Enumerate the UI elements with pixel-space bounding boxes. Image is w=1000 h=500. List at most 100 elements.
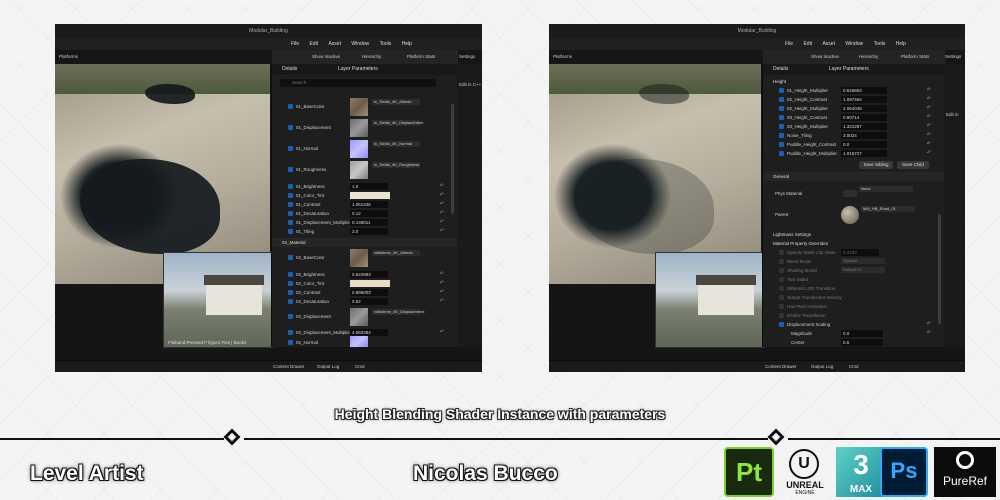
cmd-dropdown[interactable]: Cmd xyxy=(355,361,365,372)
edit-in-cpp-link[interactable]: Edit in C++ xyxy=(459,82,481,87)
platforms-dropdown[interactable]: Platforms xyxy=(549,52,578,62)
param-checkbox[interactable] xyxy=(288,340,293,345)
override-checkbox[interactable] xyxy=(779,295,784,300)
texture-selector[interactable]: tc_Sicilia_4K_Normal xyxy=(372,141,420,147)
menu-tools[interactable]: Tools xyxy=(380,38,392,50)
param-checkbox[interactable] xyxy=(288,281,293,286)
platform-stats-button[interactable]: Platform Stats xyxy=(901,53,929,61)
param-checkbox[interactable] xyxy=(288,299,293,304)
show-inactive-button[interactable]: Show Inactive xyxy=(312,53,340,61)
param-value-field[interactable]: 0.0 xyxy=(841,141,887,148)
param-checkbox[interactable] xyxy=(779,115,784,120)
override-checkbox[interactable] xyxy=(779,313,784,318)
param-checkbox[interactable] xyxy=(288,167,293,172)
param-checkbox[interactable] xyxy=(288,255,293,260)
param-value-field[interactable]: 2.064045 xyxy=(841,105,887,112)
param-checkbox[interactable] xyxy=(779,106,784,111)
texture-thumbnail[interactable] xyxy=(350,308,368,326)
param-value-field[interactable]: 3.0 xyxy=(350,228,388,235)
texture-thumbnail[interactable] xyxy=(350,119,368,137)
section-header-general[interactable]: General xyxy=(763,172,945,181)
override-checkbox[interactable] xyxy=(779,268,784,273)
texture-thumbnail[interactable] xyxy=(350,161,368,179)
texture-selector[interactable]: tc_Sicilia_4K_Displacement xyxy=(372,120,423,126)
menu-window[interactable]: Window xyxy=(351,38,369,50)
param-checkbox[interactable] xyxy=(288,184,293,189)
reset-arrow-icon[interactable]: ↶ xyxy=(927,149,931,158)
param-checkbox[interactable] xyxy=(779,97,784,102)
search-input[interactable]: Search xyxy=(280,79,436,87)
reset-arrow-icon[interactable]: ↶ xyxy=(440,182,444,191)
show-inactive-button[interactable]: Show Inactive xyxy=(811,53,839,61)
panel-scrollbar[interactable] xyxy=(451,104,454,214)
param-checkbox[interactable] xyxy=(288,229,293,234)
param-value-field[interactable]: 1.087464 xyxy=(841,96,887,103)
phys-material-selector[interactable]: None xyxy=(859,186,913,192)
section-lightmass[interactable]: Lightmass Settings xyxy=(763,230,945,239)
parent-selector[interactable]: MM_HB_Road_01 xyxy=(861,206,915,212)
reset-arrow-icon[interactable]: ↶ xyxy=(927,131,931,140)
texture-thumbnail[interactable] xyxy=(350,140,368,158)
param-value-field[interactable]: 4.093384 xyxy=(350,329,388,336)
texture-thumbnail[interactable] xyxy=(350,249,368,267)
reset-arrow-icon[interactable]: ↶ xyxy=(440,279,444,288)
param-checkbox[interactable] xyxy=(779,124,784,129)
reset-arrow-icon[interactable]: ↶ xyxy=(927,140,931,149)
color-swatch[interactable] xyxy=(350,192,390,199)
param-value-field[interactable]: 1.015727 xyxy=(841,150,887,157)
reset-arrow-icon[interactable]: ↶ xyxy=(927,104,931,113)
override-checkbox[interactable] xyxy=(779,277,784,282)
menu-file[interactable]: File xyxy=(291,38,299,50)
param-value-field[interactable]: 0.622993 xyxy=(350,271,388,278)
content-drawer-button[interactable]: Content Drawer xyxy=(273,361,305,372)
override-checkbox[interactable] xyxy=(779,304,784,309)
param-checkbox[interactable] xyxy=(779,151,784,156)
menu-asset[interactable]: Asset xyxy=(328,38,341,50)
platform-stats-button[interactable]: Platform Stats xyxy=(407,53,435,61)
reset-arrow-icon[interactable]: ↶ xyxy=(440,218,444,227)
texture-selector[interactable]: tc_Sicilia_4K_Albedo xyxy=(372,99,420,105)
phys-material-thumb[interactable] xyxy=(843,190,857,197)
section-material-property-overrides[interactable]: Material Property Overrides xyxy=(763,239,945,248)
override-checkbox[interactable] xyxy=(779,250,784,255)
content-drawer-button[interactable]: Content Drawer xyxy=(765,361,797,372)
param-checkbox[interactable] xyxy=(288,125,293,130)
reset-arrow-icon[interactable]: ↶ xyxy=(440,328,444,337)
param-value-field[interactable]: 3.0024 xyxy=(841,132,887,139)
parent-sphere-thumbnail[interactable] xyxy=(841,206,859,224)
section-header-height[interactable]: Height xyxy=(763,77,945,86)
reset-arrow-icon[interactable]: ↶ xyxy=(440,288,444,297)
tab-details[interactable]: Details xyxy=(282,64,297,75)
output-log-button[interactable]: Output Log xyxy=(317,361,339,372)
menu-edit[interactable]: Edit xyxy=(803,38,812,50)
param-value-field[interactable]: 1.321287 xyxy=(841,123,887,130)
texture-thumbnail[interactable] xyxy=(350,336,368,347)
override-checkbox[interactable] xyxy=(779,259,784,264)
param-checkbox[interactable] xyxy=(288,104,293,109)
reset-arrow-icon[interactable]: ↶ xyxy=(440,200,444,209)
reset-arrow-icon[interactable]: ↶ xyxy=(440,270,444,279)
tab-layer-parameters[interactable]: Layer Parameters xyxy=(829,64,869,75)
param-checkbox[interactable] xyxy=(779,88,784,93)
menu-window[interactable]: Window xyxy=(845,38,863,50)
param-checkbox[interactable] xyxy=(288,314,293,319)
texture-selector[interactable]: tc_Sicilia_4K_Roughness xyxy=(372,162,420,168)
param-checkbox[interactable] xyxy=(288,146,293,151)
param-value-field[interactable]: 0.626864 xyxy=(841,87,887,94)
save-child-button[interactable]: Save Child xyxy=(897,161,929,169)
tab-details[interactable]: Details xyxy=(773,64,788,75)
override-dropdown[interactable]: Opaque xyxy=(841,258,885,264)
texture-selector[interactable]: vdlliahme_4K_Albedo xyxy=(372,250,420,256)
reset-arrow-icon[interactable]: ↶ xyxy=(440,209,444,218)
texture-selector[interactable]: vdlliahme_4K_Displacement xyxy=(372,309,424,315)
param-value-field[interactable]: 0.12 xyxy=(350,210,388,217)
tab-layer-parameters[interactable]: Layer Parameters xyxy=(338,64,378,75)
level-viewport[interactable] xyxy=(549,64,761,284)
magnitude-value[interactable]: 0.0 xyxy=(841,330,883,337)
output-log-button[interactable]: Output Log xyxy=(811,361,833,372)
section-header-02-material[interactable]: 02_Material xyxy=(272,238,458,247)
reset-arrow-icon[interactable]: ↶ xyxy=(440,297,444,306)
menu-asset[interactable]: Asset xyxy=(822,38,835,50)
override-dropdown[interactable]: Default Lit xyxy=(841,267,885,273)
hierarchy-button[interactable]: Hierarchy xyxy=(859,53,878,61)
